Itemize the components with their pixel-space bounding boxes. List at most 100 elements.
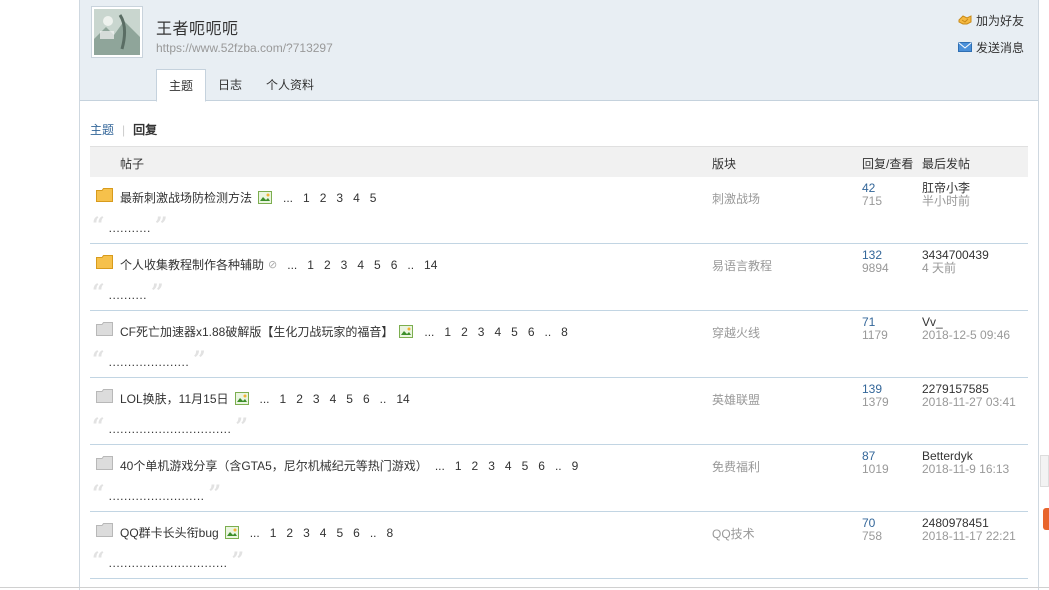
reply-quote-text[interactable]: ............................... — [109, 556, 228, 570]
page-link[interactable]: 3 — [336, 191, 343, 205]
reply-quote-text[interactable]: ........... — [109, 221, 151, 235]
page-links: ... 1 2 3 4 5 — [278, 191, 381, 205]
table-header: 帖子 版块 回复/查看 最后发帖 — [90, 146, 1028, 177]
image-attachment-icon — [234, 392, 249, 405]
page-link[interactable]: 6 — [538, 459, 545, 473]
side-scroll-handle[interactable] — [1040, 455, 1049, 487]
page-link[interactable]: 1 — [455, 459, 462, 473]
page-link: .. — [407, 257, 415, 272]
page-link[interactable]: 4 — [357, 258, 364, 272]
page-link[interactable]: 2 — [324, 258, 331, 272]
page-link[interactable]: 6 — [528, 325, 535, 339]
page-link[interactable]: 8 — [387, 526, 394, 540]
page-link[interactable]: 5 — [522, 459, 529, 473]
subnav-replies-current[interactable]: 回复 — [133, 123, 157, 137]
page-link[interactable]: 3 — [488, 459, 495, 473]
reply-quote: “.......... ” — [92, 282, 164, 304]
thread-title-cell: LOL换肤，11月15日... 1 2 3 4 5 6.. 14 — [120, 390, 415, 407]
page-link[interactable]: 1 — [444, 325, 451, 339]
send-message-button[interactable]: 发送消息 — [957, 38, 1024, 56]
header-reply-view: 回复/查看 — [862, 157, 914, 171]
forum-link[interactable]: 免费福利 — [712, 458, 760, 475]
tab-profile[interactable]: 个人资料 — [254, 69, 326, 101]
reply-view-count: 71 1179 — [862, 316, 888, 342]
thread-title-link[interactable]: 40个单机游戏分享（含GTA5，尼尔机械纪元等热门游戏） — [120, 457, 428, 474]
page-link[interactable]: 6 — [353, 526, 360, 540]
page-link[interactable]: 3 — [303, 526, 310, 540]
forum-link[interactable]: 刺激战场 — [712, 190, 760, 207]
view-count: 758 — [862, 529, 883, 543]
page-link[interactable]: 2 — [296, 392, 303, 406]
side-feedback-tab[interactable] — [1043, 508, 1049, 530]
add-friend-label: 加为好友 — [975, 13, 1024, 28]
open-quote-icon: “ — [92, 213, 105, 239]
subnav-topics-link[interactable]: 主题 — [90, 123, 114, 137]
thread-table: 帖子 版块 回复/查看 最后发帖 最新刺激战场防检测方法 ... 1 2 3 4 5 刺激战场… — [90, 146, 1028, 579]
add-friend-button[interactable]: 加为好友 — [958, 11, 1024, 29]
last-post-time[interactable]: 2018-12-5 09:46 — [922, 329, 1010, 342]
send-message-label: 发送消息 — [975, 40, 1024, 55]
last-post-time[interactable]: 2018-11-17 22:21 — [922, 530, 1016, 543]
page-link[interactable]: 5 — [346, 392, 353, 406]
thread-title-cell: CF死亡加速器x1.88破解版【生化刀战玩家的福音】... 1 2 3 4 5 6.. 8 — [120, 323, 573, 340]
reply-quote-text[interactable]: ......................... — [109, 489, 205, 503]
page-link[interactable]: 9 — [572, 459, 579, 473]
tab-blog[interactable]: 日志 — [206, 69, 254, 101]
close-quote-icon: ” — [154, 213, 168, 239]
reply-quote-text[interactable]: ..................... — [109, 355, 190, 369]
page-link[interactable]: 1 — [280, 392, 287, 406]
page-link[interactable]: 3 — [478, 325, 485, 339]
thread-title-link[interactable]: QQ群卡长头衔bug — [120, 524, 219, 541]
reply-quote-text[interactable]: .......... — [109, 288, 147, 302]
thread-title-link[interactable]: 个人收集教程制作各种辅助 — [120, 256, 264, 273]
view-count: 1019 — [862, 462, 889, 476]
page-link[interactable]: 14 — [396, 392, 409, 406]
reply-quote-text[interactable]: ................................ — [109, 422, 232, 436]
page-link[interactable]: 2 — [461, 325, 468, 339]
page-link[interactable]: 5 — [370, 191, 377, 205]
user-url[interactable]: https://www.52fzba.com/?713297 — [156, 41, 333, 55]
thread-title-link[interactable]: LOL换肤，11月15日 — [120, 390, 229, 407]
page-link[interactable]: 5 — [511, 325, 518, 339]
page-link[interactable]: 3 — [341, 258, 348, 272]
view-count: 715 — [862, 194, 883, 208]
table-row: CF死亡加速器x1.88破解版【生化刀战玩家的福音】... 1 2 3 4 5 6.. 8 穿越… — [90, 311, 1028, 378]
page-link[interactable]: 4 — [494, 325, 501, 339]
page-link[interactable]: 3 — [313, 392, 320, 406]
page-link[interactable]: 2 — [472, 459, 479, 473]
forum-link[interactable]: QQ技术 — [712, 525, 755, 542]
page-link: .. — [369, 525, 377, 540]
page-link[interactable]: 8 — [561, 325, 568, 339]
page-link[interactable]: 4 — [320, 526, 327, 540]
add-friend-icon — [958, 15, 972, 25]
last-post-time[interactable]: 2018-11-27 03:41 — [922, 396, 1016, 409]
open-quote-icon: “ — [92, 548, 105, 574]
thread-title-link[interactable]: CF死亡加速器x1.88破解版【生化刀战玩家的福音】 — [120, 323, 393, 340]
tab-topics[interactable]: 主题 — [156, 69, 207, 102]
page-link[interactable]: 4 — [353, 191, 360, 205]
page-link[interactable]: 1 — [303, 191, 310, 205]
page-link[interactable]: 6 — [391, 258, 398, 272]
last-post-time[interactable]: 2018-11-9 16:13 — [922, 463, 1009, 476]
page-link[interactable]: 4 — [330, 392, 337, 406]
page-links: ... 1 2 3 4 5 6.. 9 — [430, 459, 584, 473]
page-link[interactable]: 5 — [374, 258, 381, 272]
page-link[interactable]: 2 — [286, 526, 293, 540]
avatar[interactable] — [91, 6, 143, 58]
reply-view-count: 87 1019 — [862, 450, 889, 476]
forum-link[interactable]: 英雄联盟 — [712, 391, 760, 408]
thread-title-cell: QQ群卡长头衔bug... 1 2 3 4 5 6.. 8 — [120, 524, 398, 541]
page-link[interactable]: 4 — [505, 459, 512, 473]
page-link[interactable]: 2 — [320, 191, 327, 205]
last-post-time[interactable]: 半小时前 — [922, 195, 970, 208]
page-link[interactable]: 5 — [336, 526, 343, 540]
forum-link[interactable]: 穿越火线 — [712, 324, 760, 341]
page-link[interactable]: 14 — [424, 258, 437, 272]
thread-title-link[interactable]: 最新刺激战场防检测方法 — [120, 189, 252, 206]
forum-link[interactable]: 易语言教程 — [712, 257, 772, 274]
last-post-time[interactable]: 4 天前 — [922, 262, 989, 275]
page-link[interactable]: 1 — [270, 526, 277, 540]
page-link[interactable]: 1 — [307, 258, 314, 272]
close-quote-icon: ” — [208, 481, 222, 507]
page-link[interactable]: 6 — [363, 392, 370, 406]
